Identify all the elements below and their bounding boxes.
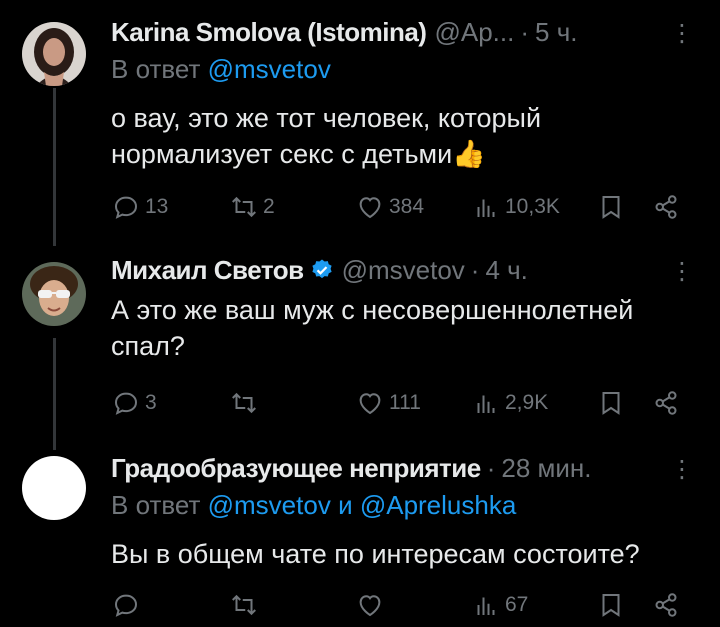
views-count: 10,3K: [505, 195, 560, 218]
retweet-button[interactable]: [229, 588, 263, 622]
views-button[interactable]: 10,3K: [471, 190, 560, 224]
author-name[interactable]: Karina Smolova (Istomina): [111, 17, 427, 48]
reply-context: В ответ @msvetov и @Aprelushka: [111, 490, 516, 521]
reply-context: В ответ @msvetov: [111, 54, 331, 85]
reply-icon: [114, 594, 138, 617]
bookmark-button[interactable]: [596, 588, 630, 622]
tweet[interactable]: Градообразующее неприятие · 28 мин. ⋮ В …: [0, 448, 720, 627]
heart-icon: [359, 595, 381, 617]
avatar[interactable]: [22, 262, 86, 326]
avatar[interactable]: [22, 22, 86, 86]
action-bar: 3 111 2,9K: [111, 386, 691, 420]
tweet-text: о вау, это же тот человек, который норма…: [111, 103, 542, 169]
separator-dot: ·: [486, 452, 496, 483]
reply-button[interactable]: 3: [111, 386, 157, 420]
more-options-icon[interactable]: ⋮: [670, 260, 694, 284]
share-icon: [655, 195, 677, 219]
separator-dot: ·: [470, 254, 480, 285]
reply-mention[interactable]: @msvetov: [208, 490, 331, 520]
share-button[interactable]: [651, 386, 685, 420]
views-icon: [477, 597, 495, 615]
tweet-text: А это же ваш муж с несовершеннолетней сп…: [111, 295, 634, 361]
like-button[interactable]: [355, 588, 389, 622]
retweet-icon: [232, 594, 256, 616]
retweet-icon: [232, 392, 256, 414]
tweet-text: Вы в общем чате по интересам состоите?: [111, 539, 640, 569]
avatar-image-icon: [22, 262, 86, 326]
retweet-button[interactable]: 2: [229, 190, 275, 224]
like-button[interactable]: 384: [355, 190, 424, 224]
author-handle[interactable]: @Ap...: [434, 17, 514, 48]
reply-joiner: и: [338, 490, 353, 520]
share-button[interactable]: [651, 190, 685, 224]
bookmark-icon: [602, 392, 620, 415]
reply-mention[interactable]: @msvetov: [208, 54, 331, 84]
avatar-image-icon: [22, 22, 86, 86]
reply-button[interactable]: [111, 588, 145, 622]
action-bar: 13 2 384 10,3K: [111, 190, 691, 224]
timestamp[interactable]: 5 ч.: [535, 17, 577, 48]
views-button[interactable]: 2,9K: [471, 386, 548, 420]
separator-dot: ·: [520, 16, 530, 47]
bookmark-button[interactable]: [596, 190, 630, 224]
views-button[interactable]: 67: [471, 588, 528, 622]
verified-badge-icon[interactable]: [310, 258, 334, 282]
retweet-button[interactable]: [229, 386, 263, 420]
reply-prefix: В ответ: [111, 490, 201, 520]
tweet[interactable]: Karina Smolova (Istomina) @Ap... · 5 ч. …: [0, 12, 720, 232]
reply-button[interactable]: 13: [111, 190, 168, 224]
bookmark-icon: [602, 594, 620, 617]
heart-icon: [359, 393, 381, 415]
reply-count: 3: [145, 391, 157, 414]
views-count: 2,9K: [505, 391, 549, 414]
avatar[interactable]: [22, 456, 86, 520]
reply-icon: [114, 196, 138, 219]
timestamp[interactable]: 4 ч.: [485, 255, 527, 286]
reply-icon: [114, 392, 138, 415]
heart-icon: [359, 197, 381, 219]
author-name[interactable]: Михаил Светов: [111, 255, 304, 286]
retweet-count: 2: [263, 195, 275, 218]
tweet-header: Градообразующее неприятие · 28 мин.: [111, 448, 591, 488]
tweet-header: Михаил Светов @msvetov · 4 ч.: [111, 250, 528, 290]
views-icon: [477, 395, 495, 413]
author-handle[interactable]: @msvetov: [342, 255, 465, 286]
timestamp[interactable]: 28 мин.: [501, 453, 591, 484]
more-options-icon[interactable]: ⋮: [670, 458, 694, 482]
more-options-icon[interactable]: ⋮: [670, 22, 694, 46]
bookmark-button[interactable]: [596, 386, 630, 420]
views-count: 67: [505, 593, 529, 616]
action-bar: 67: [111, 588, 691, 622]
reply-mention-2[interactable]: @Aprelushka: [360, 490, 516, 520]
reply-count: 13: [145, 195, 169, 218]
tweet-header: Karina Smolova (Istomina) @Ap... · 5 ч.: [111, 12, 577, 52]
author-name[interactable]: Градообразующее неприятие: [111, 453, 481, 484]
like-count: 384: [389, 195, 425, 218]
like-button[interactable]: 111: [355, 386, 421, 420]
retweet-icon: [232, 196, 256, 218]
bookmark-icon: [602, 196, 620, 219]
tweet[interactable]: Михаил Светов @msvetov · 4 ч. ⋮ А это же…: [0, 250, 720, 430]
share-icon: [655, 593, 677, 617]
views-icon: [477, 199, 495, 217]
like-count: 111: [389, 391, 421, 414]
reply-prefix: В ответ: [111, 54, 201, 84]
share-button[interactable]: [651, 588, 685, 622]
share-icon: [655, 391, 677, 415]
